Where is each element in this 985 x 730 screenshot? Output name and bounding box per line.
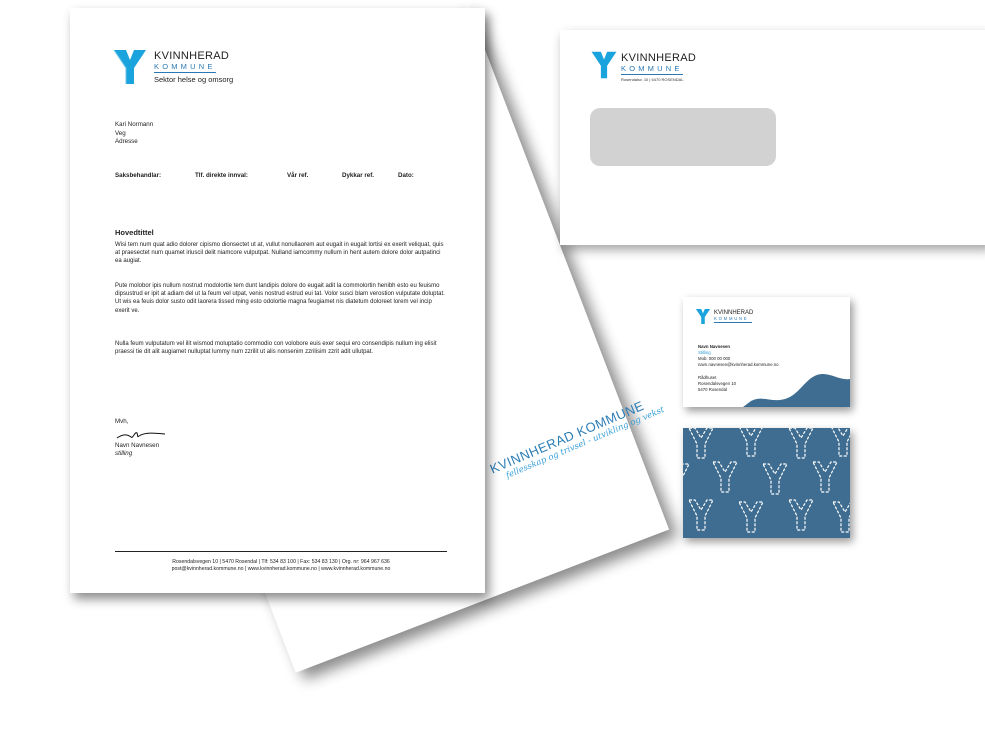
envelope-logo-text: KVINNHERAD KOMMUNE [621,53,696,75]
signature-icon [116,432,166,439]
card-logo-text: KVINNHERAD KOMMUNE [714,310,753,323]
kvinnherad-logo-icon [113,49,146,84]
card-addr-3: 5470 Rosendal [698,387,727,392]
back-sheet-title: KVINNHERAD KOMMUNE [487,397,647,477]
card-addr-1: Rådhuset [698,375,717,380]
card-logo-icon [695,308,711,325]
paragraph-3: Nulla feum vulputatum vel ilit wismod mo… [115,341,437,356]
card-name: Navn Navnesen [698,344,731,349]
back-sheet-slogan: KVINNHERAD KOMMUNE fellesskap og trivsel… [487,397,666,486]
envelope-logo-rule [621,74,683,75]
reference-row: Saksbehandlar: Tlf. direkte innval: Vår … [115,172,455,182]
y-pattern-icon [683,428,850,533]
ref-dato: Dato: [398,172,414,179]
letter-logo-text: KVINNHERAD KOMMUNE [154,51,229,73]
recipient-address: Adresse [115,138,138,145]
brand-kommune: KOMMUNE [154,62,216,71]
brand-name: KVINNHERAD [154,50,230,62]
ref-dykkar: Dykkar ref. [342,172,374,179]
card-mobile: Mob: 000 00 000 [698,356,731,361]
envelope-address: Rosendalsv. 10 | 5470 ROSENDAL [621,77,684,82]
letter-sheet: KVINNHERAD KOMMUNE Sektor helse og omsor… [70,8,485,593]
recipient-name: Kari Normann [115,121,154,128]
sector-label: Sektor helse og omsorg [154,75,234,84]
logo-rule [154,72,216,73]
card-addr-2: Rosendalsvegen 10 [698,381,736,386]
business-card-back [683,428,850,538]
business-card-front: KVINNHERAD KOMMUNE Navn Navnesen Stillin… [683,297,850,407]
ref-var: Vår ref. [287,172,309,179]
ref-tlf: Tlf. direkte innval: [195,172,248,179]
envelope-window [590,108,776,166]
footer-line-2: post@kvinnherad.kommune.no | www.kvinnhe… [171,566,391,572]
paragraph-1: Wisi tem num quat adio dolorer cipismo d… [115,242,444,265]
footer-line-1: Rosendalsvegen 10 | 5470 Rosendal | Tlf:… [172,559,390,565]
ref-saksbehandlar: Saksbehandlar: [115,172,162,179]
card-wave-shape [743,374,850,407]
card-brand-kommune: KOMMUNE [714,316,749,321]
card-title: Stilling [698,350,711,355]
letter-title: Hovedtittel [115,228,154,237]
paragraph-2: Pute molobor ipis nullum nostrud modolor… [115,283,445,314]
footer-divider [115,551,447,552]
letter-footer: Rosendalsvegen 10 | 5470 Rosendal | Tlf:… [115,559,447,573]
envelope-brand-name: KVINNHERAD [621,52,697,64]
recipient-street: Veg [115,129,126,137]
envelope: KVINNHERAD KOMMUNE Rosendalsv. 10 | 5470… [560,30,985,245]
signer-title: stilling [115,450,133,457]
card-logo-rule [714,322,752,323]
closing: Mvh, [115,418,129,425]
envelope-logo-icon [591,51,617,79]
envelope-brand-kommune: KOMMUNE [621,64,683,73]
recipient-block: Kari Normann Veg Adresse [115,121,153,147]
